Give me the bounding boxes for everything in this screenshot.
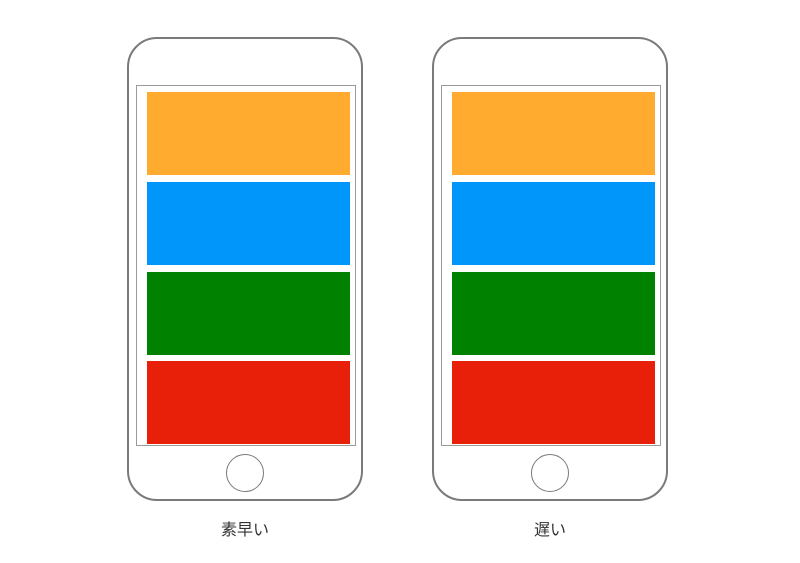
caption-slow: 遅い [533,520,566,539]
red-block [452,361,655,444]
phone-screen [136,85,356,446]
red-block [147,361,350,444]
phone-screen [441,85,661,446]
phone-slow [432,37,668,501]
orange-block [147,92,350,175]
orange-block [452,92,655,175]
green-block [147,272,350,355]
home-button [531,454,569,492]
green-block [452,272,655,355]
home-button [226,454,264,492]
caption-fast: 素早い [220,520,269,539]
blue-block [147,182,350,265]
phone-fast [127,37,363,501]
blue-block [452,182,655,265]
